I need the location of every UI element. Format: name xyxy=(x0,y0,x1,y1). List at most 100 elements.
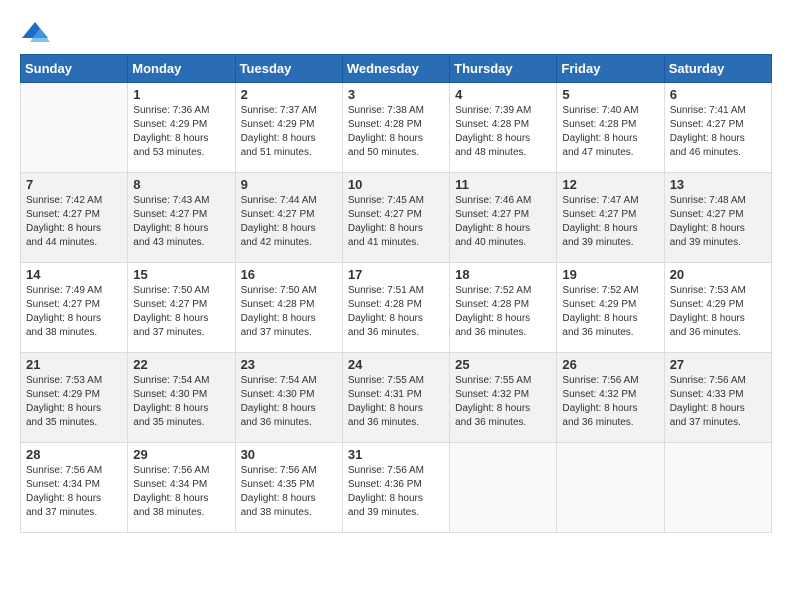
day-info: Sunrise: 7:55 AM Sunset: 4:31 PM Dayligh… xyxy=(348,374,444,430)
day-info: Sunrise: 7:53 AM Sunset: 4:29 PM Dayligh… xyxy=(26,374,122,430)
day-info: Sunrise: 7:40 AM Sunset: 4:28 PM Dayligh… xyxy=(562,104,658,160)
day-info: Sunrise: 7:54 AM Sunset: 4:30 PM Dayligh… xyxy=(241,374,337,430)
day-number: 7 xyxy=(26,177,122,192)
day-number: 13 xyxy=(670,177,766,192)
calendar-cell: 9 Sunrise: 7:44 AM Sunset: 4:27 PM Daylig… xyxy=(235,173,342,263)
day-number: 21 xyxy=(26,357,122,372)
calendar-cell: 17 Sunrise: 7:51 AM Sunset: 4:28 PM Dayli… xyxy=(342,263,449,353)
calendar-body: 1 Sunrise: 7:36 AM Sunset: 4:29 PM Daylig… xyxy=(21,83,772,533)
day-info: Sunrise: 7:47 AM Sunset: 4:27 PM Dayligh… xyxy=(562,194,658,250)
day-number: 5 xyxy=(562,87,658,102)
day-info: Sunrise: 7:56 AM Sunset: 4:32 PM Dayligh… xyxy=(562,374,658,430)
calendar-week-1: 1 Sunrise: 7:36 AM Sunset: 4:29 PM Daylig… xyxy=(21,83,772,173)
calendar-cell: 19Sunrise: 7:52 AM Sunset: 4:29 PM Dayli… xyxy=(557,263,664,353)
day-info: Sunrise: 7:39 AM Sunset: 4:28 PM Dayligh… xyxy=(455,104,551,160)
day-info: Sunrise: 7:52 AM Sunset: 4:28 PM Dayligh… xyxy=(455,284,551,340)
day-number: 11 xyxy=(455,177,551,192)
calendar-cell: 27Sunrise: 7:56 AM Sunset: 4:33 PM Dayli… xyxy=(664,353,771,443)
calendar-cell: 28 Sunrise: 7:56 AM Sunset: 4:34 PM Dayli… xyxy=(21,443,128,533)
calendar-cell xyxy=(664,443,771,533)
calendar-cell: 21 Sunrise: 7:53 AM Sunset: 4:29 PM Dayli… xyxy=(21,353,128,443)
calendar-cell xyxy=(21,83,128,173)
day-number: 31 xyxy=(348,447,444,462)
calendar-week-2: 7 Sunrise: 7:42 AM Sunset: 4:27 PM Daylig… xyxy=(21,173,772,263)
calendar-cell: 30 Sunrise: 7:56 AM Sunset: 4:35 PM Dayli… xyxy=(235,443,342,533)
calendar-cell: 12 Sunrise: 7:47 AM Sunset: 4:27 PM Dayli… xyxy=(557,173,664,263)
day-number: 28 xyxy=(26,447,122,462)
calendar-cell: 4 Sunrise: 7:39 AM Sunset: 4:28 PM Daylig… xyxy=(450,83,557,173)
day-number: 20 xyxy=(670,267,766,282)
day-number: 2 xyxy=(241,87,337,102)
day-info: Sunrise: 7:41 AM Sunset: 4:27 PM Dayligh… xyxy=(670,104,766,160)
day-number: 4 xyxy=(455,87,551,102)
day-number: 18 xyxy=(455,267,551,282)
calendar-cell: 10 Sunrise: 7:45 AM Sunset: 4:27 PM Dayli… xyxy=(342,173,449,263)
day-info: Sunrise: 7:56 AM Sunset: 4:33 PM Dayligh… xyxy=(670,374,766,430)
day-number: 10 xyxy=(348,177,444,192)
header-cell-tuesday: Tuesday xyxy=(235,55,342,83)
day-info: Sunrise: 7:54 AM Sunset: 4:30 PM Dayligh… xyxy=(133,374,229,430)
calendar-cell: 7 Sunrise: 7:42 AM Sunset: 4:27 PM Daylig… xyxy=(21,173,128,263)
calendar-cell: 14Sunrise: 7:49 AM Sunset: 4:27 PM Dayli… xyxy=(21,263,128,353)
calendar-cell: 8Sunrise: 7:43 AM Sunset: 4:27 PM Daylig… xyxy=(128,173,235,263)
calendar-cell: 6Sunrise: 7:41 AM Sunset: 4:27 PM Daylig… xyxy=(664,83,771,173)
day-info: Sunrise: 7:44 AM Sunset: 4:27 PM Dayligh… xyxy=(241,194,337,250)
header-cell-sunday: Sunday xyxy=(21,55,128,83)
calendar-cell: 24 Sunrise: 7:55 AM Sunset: 4:31 PM Dayli… xyxy=(342,353,449,443)
calendar-week-5: 28 Sunrise: 7:56 AM Sunset: 4:34 PM Dayli… xyxy=(21,443,772,533)
day-info: Sunrise: 7:50 AM Sunset: 4:28 PM Dayligh… xyxy=(241,284,337,340)
calendar-cell: 26 Sunrise: 7:56 AM Sunset: 4:32 PM Dayli… xyxy=(557,353,664,443)
day-info: Sunrise: 7:46 AM Sunset: 4:27 PM Dayligh… xyxy=(455,194,551,250)
calendar-cell: 3 Sunrise: 7:38 AM Sunset: 4:28 PM Daylig… xyxy=(342,83,449,173)
page-header xyxy=(20,20,772,44)
calendar-cell: 23 Sunrise: 7:54 AM Sunset: 4:30 PM Dayli… xyxy=(235,353,342,443)
logo xyxy=(20,20,54,44)
calendar-cell: 5 Sunrise: 7:40 AM Sunset: 4:28 PM Daylig… xyxy=(557,83,664,173)
day-info: Sunrise: 7:50 AM Sunset: 4:27 PM Dayligh… xyxy=(133,284,229,340)
calendar-cell: 25Sunrise: 7:55 AM Sunset: 4:32 PM Dayli… xyxy=(450,353,557,443)
header-cell-wednesday: Wednesday xyxy=(342,55,449,83)
day-info: Sunrise: 7:56 AM Sunset: 4:34 PM Dayligh… xyxy=(133,464,229,520)
header-cell-thursday: Thursday xyxy=(450,55,557,83)
day-number: 8 xyxy=(133,177,229,192)
day-number: 30 xyxy=(241,447,337,462)
day-number: 24 xyxy=(348,357,444,372)
calendar-cell: 13 Sunrise: 7:48 AM Sunset: 4:27 PM Dayli… xyxy=(664,173,771,263)
calendar-week-3: 14Sunrise: 7:49 AM Sunset: 4:27 PM Dayli… xyxy=(21,263,772,353)
day-number: 26 xyxy=(562,357,658,372)
day-number: 9 xyxy=(241,177,337,192)
day-number: 25 xyxy=(455,357,551,372)
logo-icon xyxy=(20,20,50,44)
calendar-cell: 2Sunrise: 7:37 AM Sunset: 4:29 PM Daylig… xyxy=(235,83,342,173)
day-info: Sunrise: 7:45 AM Sunset: 4:27 PM Dayligh… xyxy=(348,194,444,250)
day-info: Sunrise: 7:56 AM Sunset: 4:34 PM Dayligh… xyxy=(26,464,122,520)
day-number: 22 xyxy=(133,357,229,372)
day-info: Sunrise: 7:42 AM Sunset: 4:27 PM Dayligh… xyxy=(26,194,122,250)
header-cell-friday: Friday xyxy=(557,55,664,83)
calendar-cell: 11 Sunrise: 7:46 AM Sunset: 4:27 PM Dayli… xyxy=(450,173,557,263)
day-info: Sunrise: 7:56 AM Sunset: 4:35 PM Dayligh… xyxy=(241,464,337,520)
day-number: 14 xyxy=(26,267,122,282)
day-number: 3 xyxy=(348,87,444,102)
header-cell-saturday: Saturday xyxy=(664,55,771,83)
day-number: 16 xyxy=(241,267,337,282)
calendar-cell: 15 Sunrise: 7:50 AM Sunset: 4:27 PM Dayli… xyxy=(128,263,235,353)
calendar-cell: 20Sunrise: 7:53 AM Sunset: 4:29 PM Dayli… xyxy=(664,263,771,353)
calendar-cell: 31 Sunrise: 7:56 AM Sunset: 4:36 PM Dayli… xyxy=(342,443,449,533)
day-number: 12 xyxy=(562,177,658,192)
day-number: 1 xyxy=(133,87,229,102)
day-info: Sunrise: 7:56 AM Sunset: 4:36 PM Dayligh… xyxy=(348,464,444,520)
day-info: Sunrise: 7:51 AM Sunset: 4:28 PM Dayligh… xyxy=(348,284,444,340)
day-number: 29 xyxy=(133,447,229,462)
day-info: Sunrise: 7:36 AM Sunset: 4:29 PM Dayligh… xyxy=(133,104,229,160)
day-number: 15 xyxy=(133,267,229,282)
calendar-week-4: 21 Sunrise: 7:53 AM Sunset: 4:29 PM Dayli… xyxy=(21,353,772,443)
day-number: 17 xyxy=(348,267,444,282)
calendar-cell: 22 Sunrise: 7:54 AM Sunset: 4:30 PM Dayli… xyxy=(128,353,235,443)
day-info: Sunrise: 7:48 AM Sunset: 4:27 PM Dayligh… xyxy=(670,194,766,250)
calendar-cell: 1 Sunrise: 7:36 AM Sunset: 4:29 PM Daylig… xyxy=(128,83,235,173)
day-number: 23 xyxy=(241,357,337,372)
day-info: Sunrise: 7:38 AM Sunset: 4:28 PM Dayligh… xyxy=(348,104,444,160)
calendar-cell xyxy=(557,443,664,533)
calendar-cell: 16 Sunrise: 7:50 AM Sunset: 4:28 PM Dayli… xyxy=(235,263,342,353)
